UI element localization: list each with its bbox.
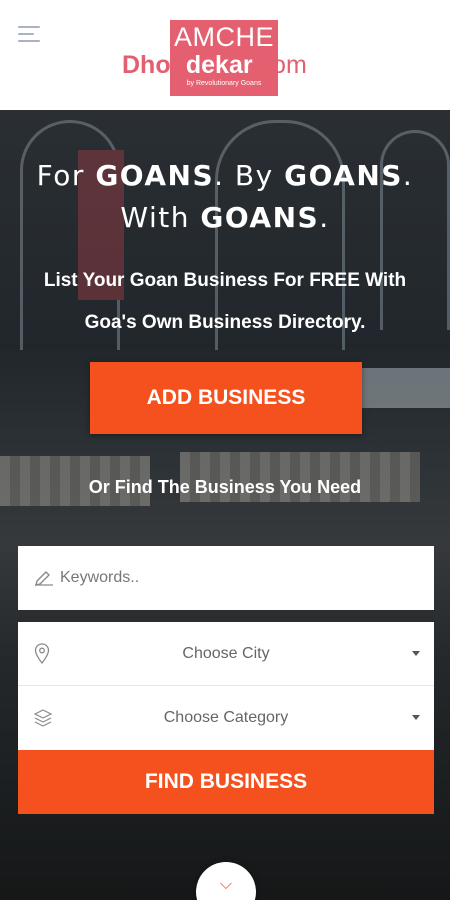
chevron-down-icon — [412, 651, 420, 656]
keyword-input[interactable] — [60, 546, 420, 610]
tagline-emphasis: GOANS — [284, 159, 403, 192]
keyword-search-field[interactable] — [18, 546, 434, 610]
hero-tagline: For GOANS. By GOANS. With GOANS. — [0, 155, 450, 239]
location-pin-icon — [34, 643, 50, 665]
hamburger-line — [18, 40, 40, 42]
choose-category-dropdown[interactable]: Choose Category — [18, 686, 434, 750]
tagline-emphasis: GOANS — [200, 201, 320, 234]
chevron-down-icon: ⌵ — [219, 876, 233, 893]
logo-com-text: .com — [252, 51, 307, 79]
tagline-line-1: For GOANS. By GOANS. — [0, 155, 450, 197]
add-business-button[interactable]: ADD BUSINESS — [90, 362, 362, 434]
hamburger-line — [18, 33, 34, 35]
logo-subtitle: by Revolutionary Goans — [186, 80, 262, 87]
chevron-down-icon — [412, 715, 420, 720]
tagline-text: . By — [214, 159, 285, 192]
tagline-text: . — [319, 201, 330, 234]
tagline-line-2: With GOANS. — [0, 197, 450, 239]
subline-line-2: Goa's Own Business Directory. — [84, 312, 366, 333]
choose-city-dropdown[interactable]: Choose City — [18, 622, 434, 686]
logo-dhon-text: Dhon — [122, 51, 186, 79]
tagline-text: . — [402, 159, 414, 192]
pencil-icon — [35, 571, 53, 586]
layers-icon — [33, 709, 53, 727]
find-business-button[interactable]: FIND BUSINESS — [18, 750, 434, 814]
choose-category-label: Choose Category — [163, 709, 289, 726]
header: AMCHE Dhondekar.com by Revolutionary Goa… — [0, 0, 450, 110]
choose-city-label: Choose City — [182, 645, 270, 662]
site-logo[interactable]: AMCHE Dhondekar.com by Revolutionary Goa… — [122, 16, 334, 96]
tagline-text: With — [120, 201, 201, 234]
logo-main-text: Dhondekar.com — [122, 50, 307, 80]
tagline-text: For — [36, 159, 96, 192]
hero-subline: List Your Goan Business For FREE With Go… — [0, 260, 450, 344]
subline-line-1: List Your Goan Business For FREE With — [43, 270, 407, 291]
find-business-heading: Or Find The Business You Need — [88, 477, 362, 497]
hamburger-menu-icon[interactable] — [18, 24, 42, 44]
hero-section: For GOANS. By GOANS. With GOANS. List Yo… — [0, 110, 450, 900]
logo-dekar-text: dekar — [185, 51, 253, 79]
logo-amche-text: AMCHE — [173, 22, 274, 52]
shop-sign — [358, 368, 450, 408]
tagline-emphasis: GOANS — [95, 159, 215, 192]
hamburger-line — [18, 26, 40, 28]
